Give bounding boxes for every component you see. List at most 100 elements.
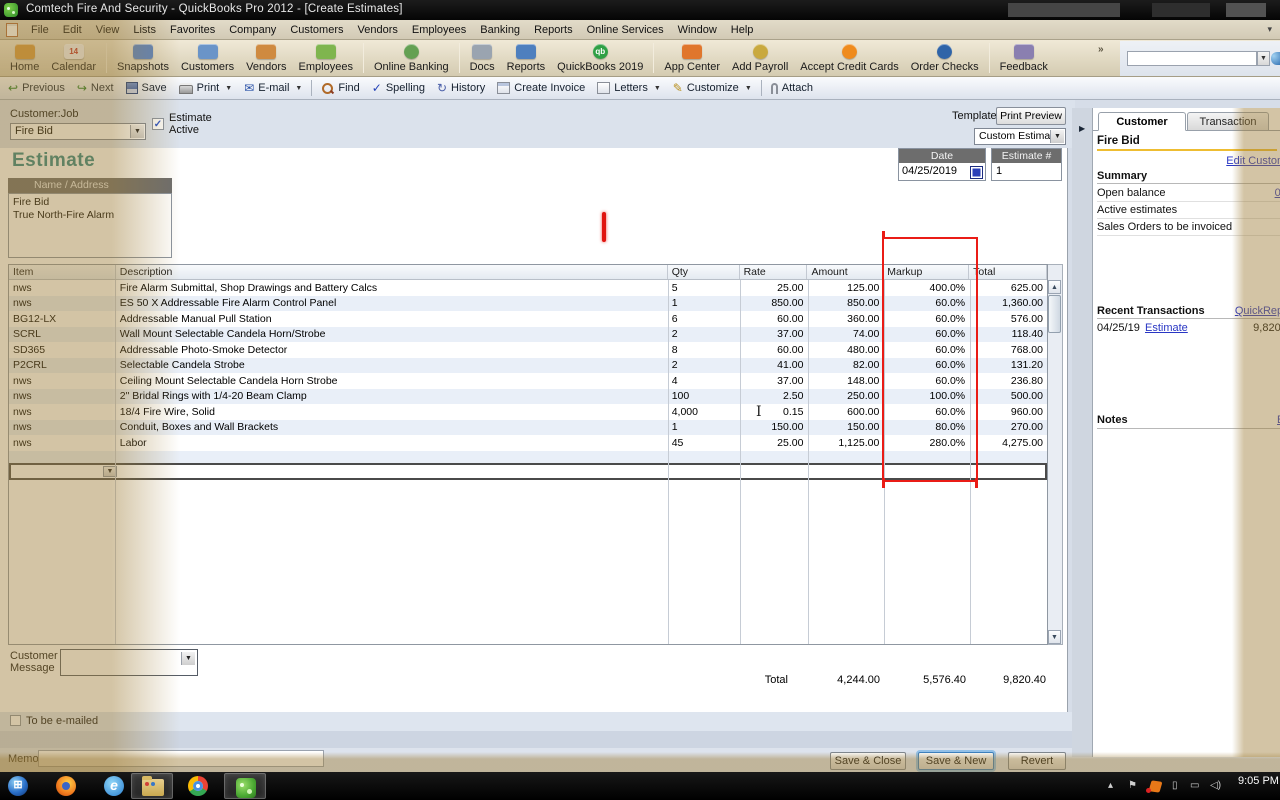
- toolbar-calendar-button[interactable]: 14Calendar: [45, 42, 102, 75]
- toolbar-overflow-chevron[interactable]: »: [1098, 44, 1104, 55]
- toolbar-vendors-button[interactable]: Vendors: [240, 42, 292, 75]
- form-toolbar-e-mail-button[interactable]: ✉E-mail▼: [238, 78, 308, 98]
- internet-explorer-icon[interactable]: e: [104, 776, 124, 796]
- table-row[interactable]: nws2" Bridal Rings with 1/4-20 Beam Clam…: [9, 389, 1047, 405]
- estimate-active-checkbox[interactable]: ✓: [152, 118, 164, 130]
- document-menu-icon[interactable]: [6, 23, 18, 37]
- toolbar-feedback-button[interactable]: Feedback: [994, 42, 1054, 75]
- table-row[interactable]: SD365Addressable Photo-Smoke Detector860…: [9, 342, 1047, 358]
- menu-help[interactable]: Help: [724, 22, 761, 38]
- chevron-down-icon[interactable]: ▼: [1257, 51, 1270, 66]
- scroll-up-icon[interactable]: ▲: [1048, 280, 1061, 294]
- customer-message-combobox[interactable]: ▼: [60, 649, 198, 676]
- table-row[interactable]: nwsConduit, Boxes and Wall Brackets1150.…: [9, 420, 1047, 436]
- column-header-item[interactable]: Item: [9, 265, 116, 279]
- action-center-flag-icon[interactable]: ⚑: [1128, 780, 1137, 791]
- form-toolbar-previous-button[interactable]: ↩Previous: [2, 78, 71, 98]
- toolbar-quickbooks-2019-button[interactable]: qbQuickBooks 2019: [551, 42, 649, 75]
- form-toolbar-save-button[interactable]: Save: [120, 78, 173, 98]
- save-and-new-button[interactable]: Save & New: [918, 752, 994, 770]
- menu-edit[interactable]: Edit: [56, 22, 89, 38]
- toolbar-app-center-button[interactable]: App Center: [658, 42, 726, 75]
- print-preview-button[interactable]: Print Preview: [996, 107, 1066, 125]
- chevron-down-icon[interactable]: ▼: [654, 85, 661, 92]
- speaker-icon[interactable]: ◁): [1210, 780, 1221, 791]
- form-toolbar-attach-button[interactable]: Attach: [765, 78, 819, 98]
- table-row[interactable]: SCRLWall Mount Selectable Candela Horn/S…: [9, 327, 1047, 343]
- menu-company[interactable]: Company: [222, 22, 283, 38]
- calendar-icon[interactable]: [970, 166, 983, 179]
- menu-overflow-arrow[interactable]: ▾: [1267, 24, 1272, 35]
- save-and-close-button[interactable]: Save & Close: [830, 752, 906, 770]
- toolbar-home-button[interactable]: Home: [4, 42, 45, 75]
- menu-customers[interactable]: Customers: [283, 22, 350, 38]
- menu-view[interactable]: View: [89, 22, 127, 38]
- form-toolbar-spelling-button[interactable]: ✓Spelling: [366, 78, 431, 98]
- table-row[interactable]: BG12-LXAddressable Manual Pull Station66…: [9, 311, 1047, 327]
- form-toolbar-customize-button[interactable]: ✎Customize▼: [667, 78, 758, 98]
- quickreport-link[interactable]: QuickReport: [1235, 305, 1280, 317]
- tab-customer[interactable]: Customer: [1098, 112, 1186, 131]
- open-balance-value[interactable]: 0.00: [1275, 187, 1280, 199]
- toolbar-snapshots-button[interactable]: Snapshots: [111, 42, 175, 75]
- quickbooks-taskbar-button[interactable]: [224, 773, 266, 799]
- menu-vendors[interactable]: Vendors: [351, 22, 405, 38]
- scrollbar-thumb[interactable]: [1048, 295, 1061, 333]
- menu-employees[interactable]: Employees: [405, 22, 473, 38]
- form-toolbar-letters-button[interactable]: Letters▼: [591, 78, 667, 98]
- toolbar-customers-button[interactable]: Customers: [175, 42, 240, 75]
- toolbar-order-checks-button[interactable]: Order Checks: [905, 42, 985, 75]
- menu-reports[interactable]: Reports: [527, 22, 580, 38]
- chevron-down-icon[interactable]: ▼: [225, 85, 232, 92]
- form-toolbar-create-invoice-button[interactable]: Create Invoice: [491, 78, 591, 98]
- template-combobox[interactable]: Custom Estimate ▼: [974, 128, 1066, 145]
- toolbar-search-combobox[interactable]: [1127, 51, 1257, 66]
- column-header-markup[interactable]: Markup: [883, 265, 969, 279]
- scroll-down-icon[interactable]: ▼: [1048, 630, 1061, 644]
- toolbar-reports-button[interactable]: Reports: [501, 42, 552, 75]
- menu-banking[interactable]: Banking: [473, 22, 527, 38]
- chevron-down-icon[interactable]: ▼: [295, 85, 302, 92]
- column-header-amount[interactable]: Amount: [807, 265, 883, 279]
- battery-icon[interactable]: ▯: [1172, 780, 1178, 791]
- table-row[interactable]: nwsES 50 X Addressable Fire Alarm Contro…: [9, 296, 1047, 312]
- form-toolbar-history-button[interactable]: ↻History: [431, 78, 491, 98]
- grid-vertical-scrollbar[interactable]: ▲ ▼: [1048, 264, 1063, 645]
- chevron-down-icon[interactable]: ▼: [181, 652, 195, 665]
- table-row[interactable]: nwsLabor4525.001,125.00280.0%4,275.00: [9, 435, 1047, 451]
- table-row[interactable]: P2CRLSelectable Candela Strobe241.0082.0…: [9, 358, 1047, 374]
- toolbar-add-payroll-button[interactable]: Add Payroll: [726, 42, 794, 75]
- toolbar-employees-button[interactable]: Employees: [293, 42, 359, 75]
- recent-estimate-link[interactable]: Estimate: [1145, 322, 1188, 334]
- active-edit-row[interactable]: ▼: [9, 463, 1047, 480]
- toolbar-accept-credit-cards-button[interactable]: Accept Credit Cards: [794, 42, 904, 75]
- toolbar-docs-button[interactable]: Docs: [464, 42, 501, 75]
- chevron-down-icon[interactable]: ▼: [1050, 130, 1064, 143]
- firefox-icon[interactable]: [56, 776, 76, 796]
- menu-file[interactable]: File: [24, 22, 56, 38]
- edit-customer-link[interactable]: Edit Customer: [1226, 155, 1280, 167]
- tab-transaction[interactable]: Transaction: [1187, 112, 1269, 131]
- form-toolbar-print-button[interactable]: Print▼: [173, 78, 239, 98]
- file-explorer-taskbar-button[interactable]: [131, 773, 173, 799]
- chevron-down-icon[interactable]: ▼: [745, 85, 752, 92]
- column-header-description[interactable]: Description: [116, 265, 668, 279]
- column-header-qty[interactable]: Qty: [668, 265, 740, 279]
- collapse-arrow-icon[interactable]: ▶: [1079, 124, 1085, 133]
- start-button-icon[interactable]: ⊞: [8, 776, 28, 796]
- name-address-field[interactable]: Fire Bid True North-Fire Alarm: [8, 193, 172, 258]
- chevron-down-icon[interactable]: ▼: [130, 125, 144, 138]
- memo-input[interactable]: [38, 750, 324, 767]
- column-header-rate[interactable]: Rate: [740, 265, 808, 279]
- menu-lists[interactable]: Lists: [126, 22, 163, 38]
- column-header-total[interactable]: Total: [969, 265, 1047, 279]
- table-row[interactable]: nws18/4 Fire Wire, Solid4,0000.15600.006…: [9, 404, 1047, 420]
- toolbar-collapse-button[interactable]: [1271, 52, 1280, 65]
- form-toolbar-find-button[interactable]: Find: [315, 78, 365, 98]
- chrome-icon[interactable]: [188, 776, 208, 796]
- table-row[interactable]: nwsFire Alarm Submittal, Shop Drawings a…: [9, 280, 1047, 296]
- menu-window[interactable]: Window: [671, 22, 724, 38]
- toolbar-online-banking-button[interactable]: Online Banking: [368, 42, 455, 75]
- customer-job-combobox[interactable]: Fire Bid ▼: [10, 123, 146, 140]
- network-icon[interactable]: ▭: [1190, 780, 1199, 791]
